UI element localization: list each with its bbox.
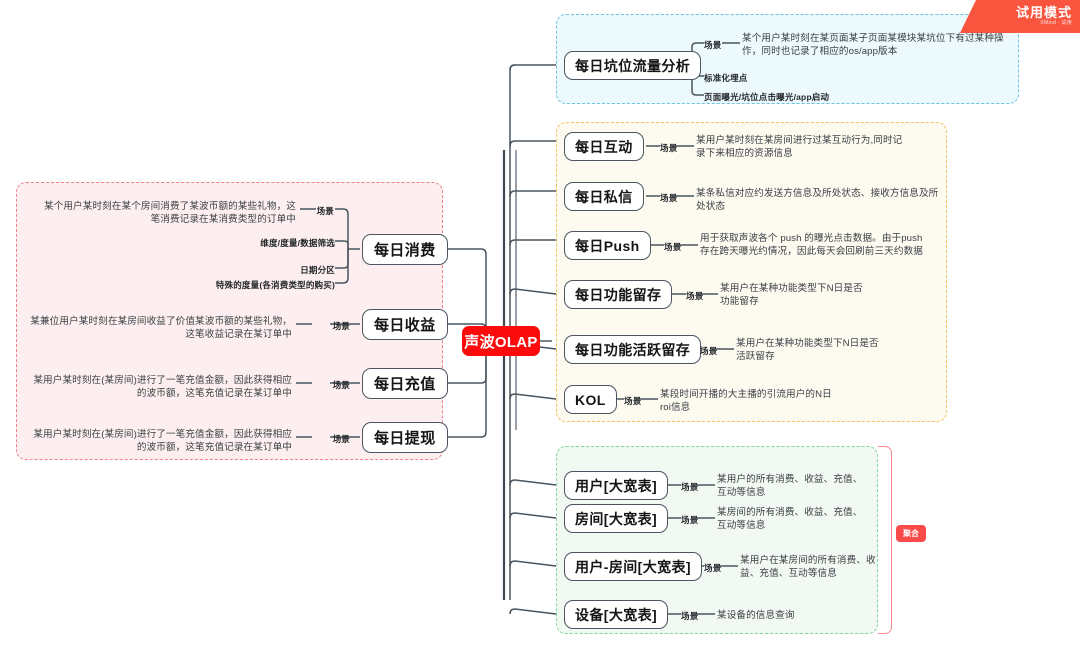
node-daily-revenue[interactable]: 每日收益 [362,309,448,340]
node-daily-consumption[interactable]: 每日消费 [362,234,448,265]
node-user-wide-table[interactable]: 用户[大宽表] [564,471,669,500]
sublabel-topup-scene: 场景 [332,380,350,390]
sublabel-active-retention-scene: 场景 [700,346,718,356]
sublabel-withdrawal-scene: 场景 [332,434,350,444]
desc-topup-scene: 某用户某时刻在(某房间)进行了一笔充值金额，因此获得相应的波币额，这笔充值记录在… [33,375,292,399]
node-kol[interactable]: KOL [564,385,617,414]
sublabel-user-wide-scene: 场景 [681,482,699,492]
node-daily-feature-retention[interactable]: 每日功能留存 [564,280,673,309]
desc-interaction-scene: 某用户某时刻在某房间进行过某互动行为,同时记录下来相应的资源信息 [696,135,903,159]
status-badge: 聚合 [896,525,926,542]
sublabel-consumption-scene: 场景 [316,206,334,216]
desc-room-wide-scene: 某房间的所有消费、收益、充值、互动等信息 [717,507,863,531]
sublabel-consumption-datepart: 日期分区 [300,265,335,275]
desc-kol-scene: 某段时间开播的大主播的引流用户的N日roi信息 [660,389,832,413]
desc-feature-retention-scene: 某用户在某种功能类型下N日是否功能留存 [720,283,863,307]
desc-device-wide-scene: 某设备的信息查询 [717,610,795,621]
sublabel-revenue-scene: 场景 [332,321,350,331]
desc-consumption-scene: 某个用户某时刻在某个房间消费了某波币额的某些礼物，这笔消费记录在某消费类型的订单… [43,201,296,225]
sublabel-slot-tracking: 标准化埋点 [704,73,748,83]
node-daily-interaction[interactable]: 每日互动 [564,132,644,161]
summary-bracket [878,446,892,634]
sublabel-consumption-metric: 特殊的度量(各消费类型的购买) [215,280,335,290]
sublabel-room-wide-scene: 场景 [681,515,699,525]
sublabel-consumption-dimension: 维度/度量/数据筛选 [260,238,335,248]
node-daily-slot-traffic[interactable]: 每日坑位流量分析 [564,51,702,80]
node-daily-private-message[interactable]: 每日私信 [564,182,644,211]
node-user-room-wide-table[interactable]: 用户-房间[大宽表] [564,552,702,581]
desc-withdrawal-scene: 某用户某时刻在(某房间)进行了一笔充值金额，因此获得相应的波币额，这笔充值记录在… [33,429,292,453]
desc-user-wide-scene: 某用户的所有消费、收益、充值、互动等信息 [717,474,863,498]
desc-revenue-scene: 某兼位用户某时刻在某房间收益了价值某波币额的某些礼物，这笔收益记录在某订单中 [30,316,292,340]
center-node-shengbo-olap[interactable]: 声波OLAP [462,326,540,356]
sublabel-privatemessage-scene: 场景 [660,193,678,203]
desc-active-retention-scene: 某用户在某种功能类型下N日是否活跃留存 [736,338,879,362]
sublabel-slot-scene: 场景 [704,40,722,50]
node-daily-push[interactable]: 每日Push [564,231,651,260]
node-daily-topup[interactable]: 每日充值 [362,368,448,399]
desc-push-scene: 用于获取声波各个 push 的曝光点击数据。由于push 存在跨天曝光约情况，因… [700,233,923,257]
node-room-wide-table[interactable]: 房间[大宽表] [564,504,669,533]
sublabel-slot-exposure: 页面曝光/坑位点击曝光/app启动 [704,92,830,102]
sublabel-interaction-scene: 场景 [660,143,678,153]
desc-privatemessage-scene: 某条私信对应约发送方信息及所处状态、接收方信息及所处状态 [696,188,939,212]
sublabel-user-room-wide-scene: 场景 [704,563,722,573]
trial-mode-ribbon: 试用模式 XMind · 试用 [960,0,1080,33]
node-daily-withdrawal[interactable]: 每日提现 [362,422,448,453]
mindmap-canvas: 聚合 试用模式 XMind · 试用 声波OLAP 每日消费 每日收益 每日充值… [0,0,1080,653]
desc-user-room-wide-scene: 某用户在某房间的所有消费、收益、充值、互动等信息 [740,555,876,579]
group-frame-orange [556,122,947,422]
sublabel-push-scene: 场景 [664,242,682,252]
sublabel-device-wide-scene: 场景 [681,611,699,621]
node-device-wide-table[interactable]: 设备[大宽表] [564,600,669,629]
node-daily-feature-active-retention[interactable]: 每日功能活跃留存 [564,335,702,364]
sublabel-kol-scene: 场景 [624,396,642,406]
sublabel-feature-retention-scene: 场景 [686,291,704,301]
desc-slot-scene: 某个用户某时刻在某页面某子页面某模块某坑位下有过某种操作，同时也记录了相应的os… [742,33,1004,57]
trial-mode-subtitle: XMind · 试用 [1040,20,1072,26]
trial-mode-title: 试用模式 [1015,5,1072,20]
